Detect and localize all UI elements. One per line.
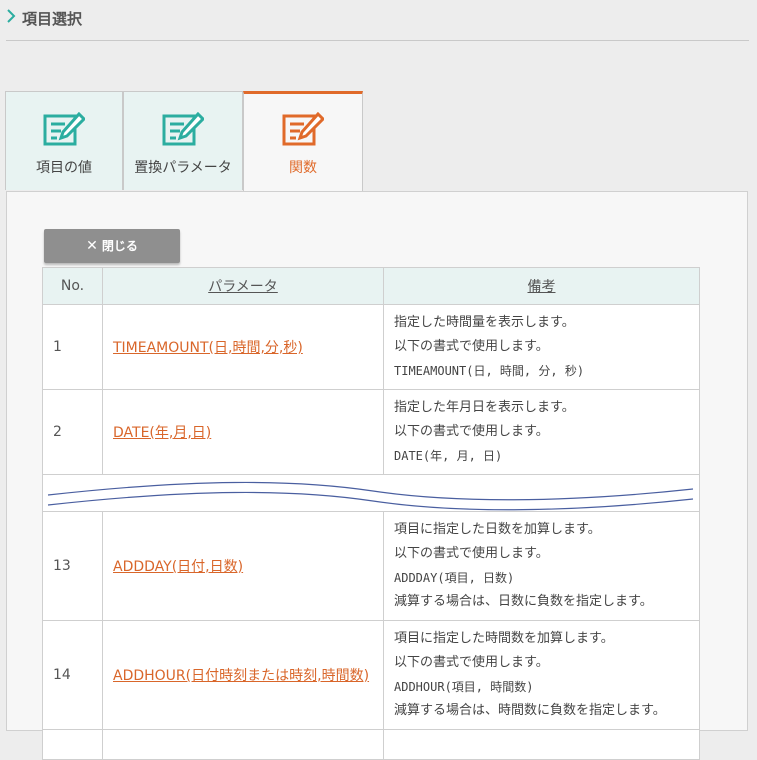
parameter-cell: DATE(年,月,日) bbox=[102, 389, 384, 475]
note-cell-empty bbox=[383, 729, 700, 760]
section-header: 項目選択 bbox=[0, 0, 757, 41]
note-cell: 指定した時間量を表示します。 以下の書式で使用します。 TIMEAMOUNT(日… bbox=[383, 304, 700, 390]
table-row: 1 TIMEAMOUNT(日,時間,分,秒) 指定した時間量を表示します。 以下… bbox=[42, 304, 700, 390]
note-line: 指定した年月日を表示します。 bbox=[394, 400, 575, 415]
omission-break bbox=[42, 474, 700, 512]
row-number-empty bbox=[42, 729, 103, 760]
header-divider bbox=[6, 40, 749, 41]
tab-label: 置換パラメータ bbox=[134, 160, 232, 176]
row-number: 1 bbox=[42, 304, 103, 390]
parameter-link[interactable]: ADDHOUR(日付時刻または時刻,時間数) bbox=[113, 668, 369, 684]
note-line: 以下の書式で使用します。 bbox=[394, 339, 549, 354]
close-button-label: 閉じる bbox=[101, 239, 138, 253]
edit-form-icon bbox=[162, 112, 204, 146]
page-title: 項目選択 bbox=[22, 10, 83, 28]
note-line: 以下の書式で使用します。 bbox=[394, 424, 549, 439]
row-number: 13 bbox=[42, 511, 103, 621]
note-line: 項目に指定した日数を加算します。 bbox=[394, 522, 601, 537]
omission-break-row bbox=[42, 474, 700, 512]
edit-form-icon bbox=[282, 112, 324, 146]
function-table: No. パラメータ 備考 1 TIMEAMOUNT(日,時間,分,秒) 指定した… bbox=[42, 267, 700, 760]
chevron-right-icon bbox=[7, 9, 16, 23]
note-syntax: ADDHOUR(項目, 時間数) bbox=[394, 680, 534, 694]
tab-replace-parameters[interactable]: 置換パラメータ bbox=[123, 91, 243, 190]
table-row: 13 ADDDAY(日付,日数) 項目に指定した日数を加算します。 以下の書式で… bbox=[42, 511, 700, 621]
note-syntax: TIMEAMOUNT(日, 時間, 分, 秒) bbox=[394, 364, 585, 378]
tab-functions[interactable]: 関数 bbox=[243, 91, 363, 192]
note-line: 減算する場合は、日数に負数を指定します。 bbox=[394, 594, 653, 609]
wave-break-icon bbox=[47, 481, 694, 511]
note-line: 指定した時間量を表示します。 bbox=[394, 315, 575, 330]
parameter-cell: ADDHOUR(日付時刻または時刻,時間数) bbox=[102, 620, 384, 730]
note-line: 項目に指定した時間数を加算します。 bbox=[394, 631, 614, 646]
parameter-link[interactable]: DATE(年,月,日) bbox=[113, 425, 211, 441]
table-row: 2 DATE(年,月,日) 指定した年月日を表示します。 以下の書式で使用します… bbox=[42, 389, 700, 475]
column-header-note[interactable]: 備考 bbox=[383, 267, 700, 305]
note-syntax: DATE(年, 月, 日) bbox=[394, 449, 503, 463]
note-line: 減算する場合は、時間数に負数を指定します。 bbox=[394, 703, 666, 718]
note-line: 以下の書式で使用します。 bbox=[394, 655, 549, 670]
table-row: 14 ADDHOUR(日付時刻または時刻,時間数) 項目に指定した時間数を加算し… bbox=[42, 620, 700, 730]
table-header-row: No. パラメータ 備考 bbox=[42, 267, 700, 305]
note-syntax: ADDDAY(項目, 日数) bbox=[394, 571, 515, 585]
table-row bbox=[42, 729, 700, 760]
parameter-cell: TIMEAMOUNT(日,時間,分,秒) bbox=[102, 304, 384, 390]
row-number: 2 bbox=[42, 389, 103, 475]
parameter-link[interactable]: ADDDAY(日付,日数) bbox=[113, 559, 243, 575]
parameter-cell: ADDDAY(日付,日数) bbox=[102, 511, 384, 621]
tab-item-values[interactable]: 項目の値 bbox=[5, 91, 123, 190]
tab-bar: 項目の値 置換パラメータ 関数 bbox=[5, 91, 365, 192]
note-cell: 項目に指定した時間数を加算します。 以下の書式で使用します。 ADDHOUR(項… bbox=[383, 620, 700, 730]
tab-label: 項目の値 bbox=[36, 160, 92, 176]
close-button[interactable]: ✕ 閉じる bbox=[44, 229, 180, 263]
note-line: 以下の書式で使用します。 bbox=[394, 546, 549, 561]
parameter-cell-empty bbox=[102, 729, 384, 760]
note-cell: 項目に指定した日数を加算します。 以下の書式で使用します。 ADDDAY(項目,… bbox=[383, 511, 700, 621]
column-header-no: No. bbox=[42, 267, 103, 305]
edit-form-icon bbox=[43, 112, 85, 146]
tab-label: 関数 bbox=[289, 160, 317, 176]
note-cell: 指定した年月日を表示します。 以下の書式で使用します。 DATE(年, 月, 日… bbox=[383, 389, 700, 475]
parameter-link[interactable]: TIMEAMOUNT(日,時間,分,秒) bbox=[113, 340, 303, 356]
close-icon: ✕ bbox=[86, 238, 98, 254]
row-number: 14 bbox=[42, 620, 103, 730]
column-header-parameter[interactable]: パラメータ bbox=[102, 267, 384, 305]
